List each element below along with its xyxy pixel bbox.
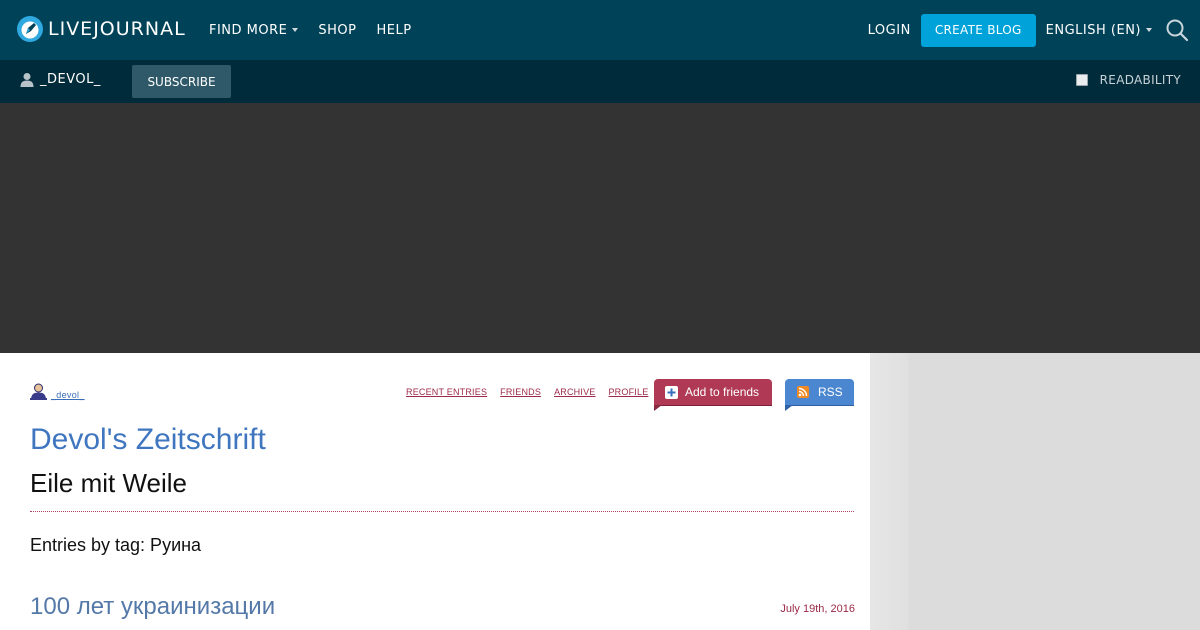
nav-shop[interactable]: SHOP — [318, 23, 356, 38]
journal-main: _devol_ RECENT ENTRIES FRIENDS ARCHIVE P… — [0, 353, 870, 630]
divider — [30, 511, 854, 512]
nav-help-label: HELP — [376, 22, 412, 38]
subscribe-button[interactable]: SUBSCRIBE — [132, 65, 231, 98]
button-fold — [654, 405, 662, 411]
entry-title[interactable]: 100 лет украинизации — [30, 593, 275, 621]
chevron-down-icon — [292, 28, 299, 32]
language-label: ENGLISH (EN) — [1045, 22, 1141, 38]
nav-recent-entries[interactable]: RECENT ENTRIES — [406, 387, 487, 397]
rss-label: RSS — [818, 385, 843, 399]
create-blog-label: CREATE BLOG — [934, 23, 1022, 37]
nav-find-more-label: FIND MORE — [209, 22, 288, 38]
chevron-down-icon — [1146, 28, 1152, 32]
livejournal-logo-icon — [17, 16, 43, 42]
add-to-friends-label: Add to friends — [685, 385, 760, 399]
nav-help[interactable]: HELP — [376, 23, 411, 38]
create-blog-button[interactable]: CREATE BLOG — [920, 13, 1036, 47]
rss-icon — [797, 386, 809, 398]
journal-nav: RECENT ENTRIES FRIENDS ARCHIVE PROFILE — [406, 387, 661, 397]
search-icon[interactable] — [1164, 17, 1190, 43]
rss-button[interactable]: RSS — [785, 379, 854, 411]
readability-label: READABILITY — [1099, 73, 1181, 87]
journal-title[interactable]: Devol's Zeitschrift — [30, 423, 266, 457]
nav-friends[interactable]: FRIENDS — [500, 387, 541, 397]
user-icon — [30, 383, 47, 400]
journal-subtitle: Eile mit Weile — [30, 468, 188, 498]
ad-banner — [0, 103, 1200, 353]
nav-shop-label: SHOP — [318, 22, 357, 38]
plus-icon — [665, 385, 678, 399]
nav-find-more[interactable]: FIND MORE — [209, 22, 299, 38]
login-link[interactable]: LOGIN — [868, 23, 911, 38]
subscribe-label: SUBSCRIBE — [147, 74, 216, 89]
main-nav: FIND MORE SHOP HELP — [209, 0, 432, 60]
journal-user-link[interactable]: _DEVOL_ — [20, 72, 101, 87]
language-selector[interactable]: ENGLISH (EN) — [1046, 23, 1152, 38]
readability-toggle[interactable]: READABILITY — [1075, 73, 1181, 87]
readability-checkbox[interactable] — [1075, 74, 1088, 86]
livejournal-logo[interactable]: LIVEJOURNAL — [16, 15, 186, 43]
button-fold — [785, 405, 793, 411]
entry-date: July 19th, 2016 — [780, 603, 855, 615]
journal-owner-link[interactable]: _devol_ — [51, 390, 85, 400]
sidebar — [870, 353, 1200, 630]
header-actions: LOGIN CREATE BLOG ENGLISH (EN) — [868, 0, 1200, 60]
top-header: LIVEJOURNAL FIND MORE SHOP HELP LOGIN CR… — [0, 0, 1200, 60]
journal-subheader: _DEVOL_ SUBSCRIBE READABILITY — [0, 60, 1200, 103]
journal-username: _DEVOL_ — [40, 72, 101, 87]
add-to-friends-button[interactable]: Add to friends — [654, 379, 772, 411]
journal-owner: _devol_ — [30, 383, 85, 400]
nav-archive[interactable]: ARCHIVE — [554, 387, 595, 397]
tag-heading: Entries by tag: Руина — [30, 535, 202, 555]
user-icon — [20, 73, 34, 87]
nav-profile[interactable]: PROFILE — [608, 387, 648, 397]
logo-text: LIVEJOURNAL — [48, 18, 186, 40]
